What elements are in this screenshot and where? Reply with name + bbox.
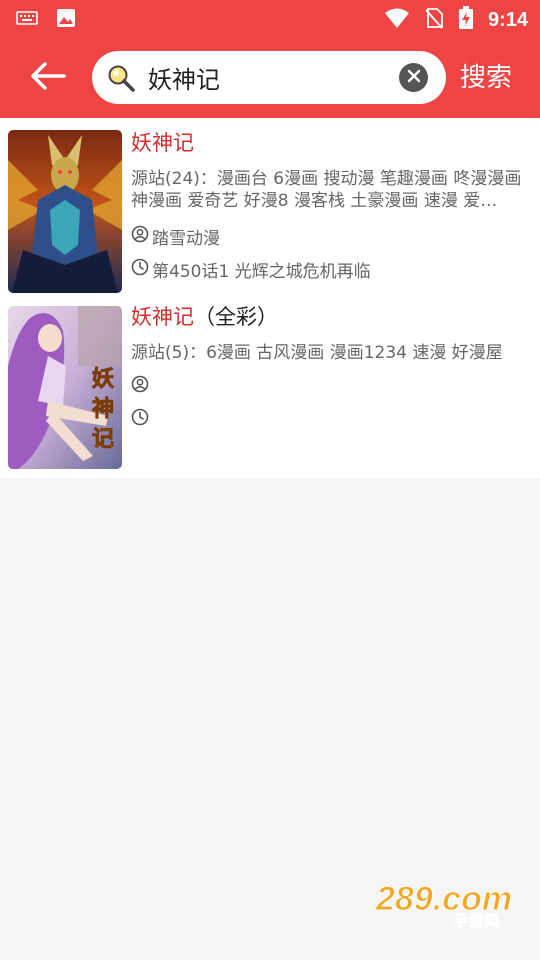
clear-button[interactable] (399, 63, 428, 92)
latest-chapter: 第450话1 光辉之城危机再临 (152, 262, 371, 282)
svg-text:妖: 妖 (92, 366, 114, 392)
author-row: 踏雪动漫 (131, 220, 528, 253)
svg-text:记: 记 (92, 427, 114, 452)
author-name: 踏雪动漫 (152, 229, 220, 249)
title-highlight: 妖神记 (131, 305, 194, 329)
watermark-logo: 289.com 手游网 (372, 876, 520, 931)
latest-row: 第450话1 光辉之城危机再临 (131, 253, 528, 286)
author-row (131, 370, 528, 403)
arrow-left-icon (30, 62, 66, 94)
clock-icon (131, 258, 152, 281)
results-list: 妖神记 源站(24)：漫画台 6漫画 搜动漫 笔趣漫画 咚漫漫画 神漫画 爱奇艺… (0, 118, 540, 478)
cover-image: 妖 神 记 (8, 306, 122, 469)
item-title: 妖神记（全彩） (131, 302, 528, 332)
person-icon (131, 225, 152, 248)
source-list: 源站(5)：6漫画 古风漫画 漫画1234 速漫 好漫屋 (131, 343, 503, 363)
no-sim-icon (424, 7, 444, 33)
keyboard-icon (16, 10, 38, 30)
search-icon (106, 63, 136, 93)
battery-charging-icon (458, 6, 474, 34)
app-bar: 搜索 (0, 38, 540, 118)
clock-icon (131, 408, 152, 431)
title-highlight: 妖神记 (131, 131, 194, 155)
back-button[interactable] (22, 58, 74, 98)
latest-row (131, 403, 528, 436)
list-item[interactable]: 妖 神 记 妖神记（全彩） 源站(5)：6漫画 古风漫画 漫画1234 速漫 好… (0, 298, 540, 478)
title-suffix: （全彩） (194, 305, 278, 329)
status-bar: 9:14 (0, 0, 540, 38)
cover-image (8, 130, 122, 293)
search-box[interactable] (92, 51, 446, 104)
wifi-icon (384, 7, 410, 33)
image-icon (56, 8, 76, 32)
close-icon (407, 68, 421, 87)
search-button[interactable]: 搜索 (460, 60, 520, 96)
status-time: 9:14 (487, 8, 528, 31)
person-icon (131, 375, 152, 398)
item-title: 妖神记 (131, 128, 528, 158)
watermark-subtitle: 手游网 (454, 912, 499, 928)
list-item[interactable]: 妖神记 源站(24)：漫画台 6漫画 搜动漫 笔趣漫画 咚漫漫画 神漫画 爱奇艺… (0, 118, 540, 298)
svg-text:神: 神 (92, 396, 114, 422)
search-input[interactable] (148, 59, 386, 96)
source-list: 源站(24)：漫画台 6漫画 搜动漫 笔趣漫画 咚漫漫画 神漫画 爱奇艺 好漫8… (131, 169, 522, 211)
